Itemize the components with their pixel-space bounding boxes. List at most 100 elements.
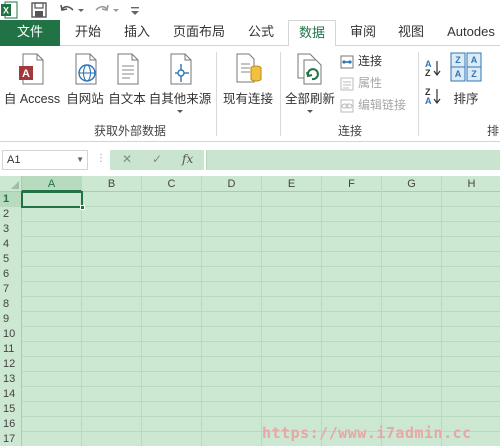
- row-header[interactable]: 7: [0, 282, 22, 297]
- row-header[interactable]: 3: [0, 222, 22, 237]
- redo-dropdown-icon[interactable]: [111, 1, 121, 19]
- from-access-button[interactable]: A 自 Access: [2, 52, 62, 107]
- svg-text:Z: Z: [455, 55, 461, 65]
- enter-icon[interactable]: ✓: [152, 152, 162, 166]
- chevron-down-icon: [307, 110, 313, 113]
- formula-input[interactable]: [206, 150, 500, 170]
- insert-function-icon[interactable]: fx: [182, 152, 193, 166]
- active-cell-a1[interactable]: [21, 191, 83, 208]
- group-separator: [418, 52, 419, 136]
- from-web-label: 自网站: [66, 92, 104, 106]
- column-headers: A B C D E F G H: [22, 176, 500, 192]
- refresh-all-icon: [297, 53, 322, 85]
- svg-text:A: A: [471, 55, 478, 65]
- row-header[interactable]: 12: [0, 357, 22, 372]
- row-header[interactable]: 9: [0, 312, 22, 327]
- column-header[interactable]: D: [202, 176, 262, 192]
- from-web-button[interactable]: 自网站: [64, 52, 106, 107]
- chevron-down-icon[interactable]: ▼: [76, 151, 84, 169]
- svg-text:Z: Z: [425, 68, 431, 78]
- column-header[interactable]: B: [82, 176, 142, 192]
- properties-label: 属性: [358, 76, 383, 90]
- tab-formulas[interactable]: 公式: [240, 20, 282, 46]
- sort-z-to-a-icon[interactable]: Z A: [424, 86, 442, 106]
- row-header[interactable]: 16: [0, 417, 22, 432]
- sort-button[interactable]: Z A A Z 排序: [448, 52, 484, 107]
- row-header[interactable]: 10: [0, 327, 22, 342]
- column-header[interactable]: H: [442, 176, 500, 192]
- worksheet-grid: A B C D E F G H 1 2 3 4 5 6 7 8 9 10 11 …: [0, 176, 500, 446]
- column-header[interactable]: E: [262, 176, 322, 192]
- tab-view[interactable]: 视图: [390, 20, 432, 46]
- row-header[interactable]: 13: [0, 372, 22, 387]
- tab-file[interactable]: 文件: [0, 20, 60, 46]
- tab-insert[interactable]: 插入: [116, 20, 158, 46]
- tab-home[interactable]: 开始: [66, 20, 110, 46]
- select-all-button[interactable]: [0, 176, 22, 192]
- column-header[interactable]: F: [322, 176, 382, 192]
- text-file-icon: [117, 53, 139, 85]
- connections-button[interactable]: 连接: [340, 52, 382, 70]
- tab-autodesk[interactable]: Autodes: [440, 20, 500, 46]
- sort-a-to-z-icon[interactable]: A Z: [424, 58, 442, 78]
- column-header[interactable]: A: [22, 176, 82, 192]
- row-header[interactable]: 15: [0, 402, 22, 417]
- formula-bar: A1 ▼ ⋮ ✕ ✓ fx: [0, 142, 500, 176]
- svg-text:A: A: [455, 69, 462, 79]
- customize-toolbar-icon[interactable]: [126, 1, 144, 19]
- from-other-sources-label: 自其他来源: [148, 92, 212, 106]
- refresh-all-button[interactable]: 全部刷新: [284, 52, 336, 116]
- other-sources-icon: [170, 53, 192, 85]
- group-label-connections: 连接: [337, 124, 362, 138]
- name-box[interactable]: A1 ▼: [2, 150, 88, 170]
- row-header[interactable]: 17: [0, 432, 22, 446]
- svg-text:A: A: [425, 96, 432, 106]
- row-headers: 1 2 3 4 5 6 7 8 9 10 11 12 13 14 15 16 1…: [0, 192, 22, 446]
- cell-area[interactable]: [22, 192, 500, 446]
- save-icon[interactable]: [30, 1, 48, 19]
- group-label-get-external-data: 获取外部数据: [93, 124, 166, 138]
- edit-links-button[interactable]: 编辑链接: [340, 96, 406, 114]
- fill-handle[interactable]: [80, 205, 85, 210]
- from-text-button[interactable]: 自文本: [106, 52, 148, 107]
- existing-connections-label: 现有连接: [222, 92, 273, 106]
- refresh-all-label: 全部刷新: [284, 92, 335, 106]
- undo-dropdown-icon[interactable]: [76, 1, 86, 19]
- row-header[interactable]: 1: [0, 192, 22, 207]
- tab-review[interactable]: 审阅: [342, 20, 384, 46]
- column-header[interactable]: G: [382, 176, 442, 192]
- ribbon-data: A 自 Access 自网站 自文本 自其他来源 现有连接 获取外部数据 全部刷…: [0, 46, 500, 142]
- tab-page-layout[interactable]: 页面布局: [164, 20, 234, 46]
- title-bar: X: [0, 0, 500, 20]
- row-header[interactable]: 4: [0, 237, 22, 252]
- formula-bar-splitter-icon[interactable]: ⋮: [96, 153, 106, 164]
- chevron-down-icon: [177, 110, 183, 113]
- group-separator: [280, 52, 281, 136]
- from-text-label: 自文本: [108, 92, 146, 106]
- name-box-value: A1: [7, 154, 21, 166]
- row-header[interactable]: 11: [0, 342, 22, 357]
- row-header[interactable]: 8: [0, 297, 22, 312]
- watermark-text: https://www.i7admin.cc: [262, 424, 472, 442]
- connections-icon: [340, 55, 354, 69]
- redo-icon[interactable]: [93, 1, 111, 19]
- column-header[interactable]: C: [142, 176, 202, 192]
- svg-text:X: X: [3, 6, 9, 16]
- row-header[interactable]: 14: [0, 387, 22, 402]
- undo-icon[interactable]: [58, 1, 76, 19]
- cancel-icon[interactable]: ✕: [122, 152, 132, 166]
- row-header[interactable]: 6: [0, 267, 22, 282]
- existing-connections-button[interactable]: 现有连接: [220, 52, 276, 107]
- group-label-sort: 排: [486, 124, 499, 138]
- excel-logo-icon[interactable]: X: [0, 1, 18, 19]
- sort-label: 排序: [453, 92, 479, 106]
- sort-icon: Z A A Z: [450, 52, 482, 82]
- svg-text:A: A: [22, 68, 30, 80]
- properties-button[interactable]: 属性: [340, 74, 382, 92]
- svg-text:Z: Z: [471, 69, 477, 79]
- row-header[interactable]: 5: [0, 252, 22, 267]
- tab-data[interactable]: 数据: [288, 20, 336, 47]
- from-other-sources-button[interactable]: 自其他来源: [148, 52, 212, 116]
- row-header[interactable]: 2: [0, 207, 22, 222]
- edit-links-icon: [340, 99, 354, 113]
